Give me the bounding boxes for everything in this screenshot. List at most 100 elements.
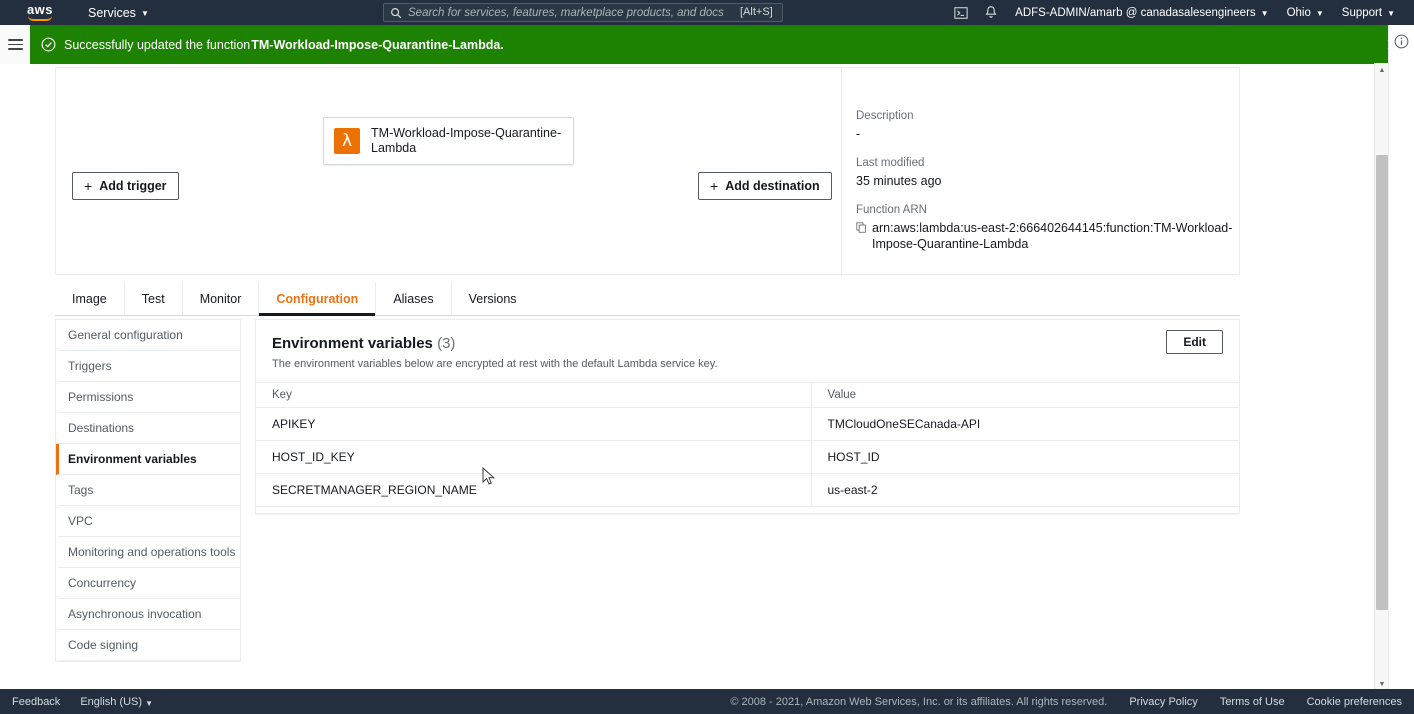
cell-value: us-east-2 [811, 473, 1239, 507]
copyright-text: © 2008 - 2021, Amazon Web Services, Inc.… [730, 695, 1108, 708]
sidebar-item-label: Triggers [68, 359, 112, 373]
tab-aliases[interactable]: Aliases [376, 282, 452, 315]
sidebar-item-label: Permissions [68, 390, 134, 404]
info-circle-icon[interactable] [1394, 34, 1409, 49]
table-header-row: Key Value [256, 382, 1239, 408]
sidebar-item-label: Destinations [68, 421, 135, 435]
language-label: English (US) [80, 695, 143, 708]
region-menu[interactable]: Ohio ▼ [1278, 0, 1333, 25]
language-selector[interactable]: English (US) ▼ [80, 696, 153, 708]
sidebar-item-label: Code signing [68, 638, 139, 652]
chevron-down-icon: ▼ [1260, 9, 1269, 18]
sidebar-item-general-configuration[interactable]: General configuration [56, 320, 240, 351]
sidebar-item-permissions[interactable]: Permissions [56, 382, 240, 413]
top-navigation-bar: aws Services ▼ [Alt+S] [0, 0, 1414, 25]
function-node-card[interactable]: λ TM-Workload-Impose-Quarantine-Lambda [323, 117, 574, 165]
check-circle-icon [41, 37, 56, 52]
table-row[interactable]: APIKEY TMCloudOneSECanada-API [256, 407, 1239, 441]
bell-icon[interactable] [976, 5, 1006, 20]
terms-of-use-link[interactable]: Terms of Use [1220, 696, 1285, 708]
description-value: - [856, 127, 861, 141]
footer-right-group: © 2008 - 2021, Amazon Web Services, Inc.… [730, 696, 1402, 708]
chevron-down-icon: ▼ [140, 9, 149, 18]
last-modified-value: 35 minutes ago [856, 174, 942, 188]
function-arn-value: arn:aws:lambda:us-east-2:666402644145:fu… [872, 221, 1233, 251]
sidebar-item-label: Environment variables [68, 452, 197, 466]
hamburger-icon [7, 36, 23, 53]
sidebar-item-monitoring-and-operations-tools[interactable]: Monitoring and operations tools [56, 537, 240, 568]
sidebar-item-concurrency[interactable]: Concurrency [56, 568, 240, 599]
cloudshell-icon[interactable] [946, 6, 976, 20]
sidebar-item-destinations[interactable]: Destinations [56, 413, 240, 444]
add-destination-label: Add destination [725, 179, 820, 193]
table-row[interactable]: HOST_ID_KEY HOST_ID [256, 440, 1239, 474]
sidebar-item-label: Concurrency [68, 576, 137, 590]
function-tabs: Image Test Monitor Configuration Aliases… [55, 282, 1240, 316]
cell-key: SECRETMANAGER_REGION_NAME [256, 473, 812, 507]
tab-monitor[interactable]: Monitor [183, 282, 260, 315]
column-header-key: Key [256, 382, 812, 408]
support-menu-label: Support [1341, 6, 1383, 19]
add-trigger-button[interactable]: + Add trigger [72, 172, 179, 200]
overview-vertical-divider [841, 68, 842, 276]
configuration-sidebar: General configuration Triggers Permissio… [55, 319, 241, 662]
function-arn-label: Function ARN [856, 204, 927, 216]
panel-title-text: Environment variables [272, 335, 433, 352]
sidebar-item-code-signing[interactable]: Code signing [56, 630, 240, 661]
function-metadata: Description - Last modified 35 minutes a… [856, 110, 1236, 267]
copy-icon[interactable] [856, 222, 867, 233]
sidebar-item-label: Tags [68, 483, 94, 497]
account-menu-label: ADFS-ADMIN/amarb @ canadasalesengineers [1015, 6, 1256, 19]
panel-header: Environment variables (3) The environmen… [256, 320, 1239, 370]
tab-image[interactable]: Image [55, 282, 125, 315]
sidebar-item-label: Asynchronous invocation [68, 607, 202, 621]
table-row[interactable]: SECRETMANAGER_REGION_NAME us-east-2 [256, 473, 1239, 507]
tab-versions[interactable]: Versions [452, 282, 534, 315]
cell-value: HOST_ID [811, 440, 1239, 474]
sidebar-item-label: Monitoring and operations tools [68, 545, 236, 559]
page-scroll-region: Function overview Info λ TM-Workload-Imp… [0, 64, 1374, 689]
support-menu[interactable]: Support ▼ [1333, 0, 1404, 25]
edit-button[interactable]: Edit [1166, 330, 1223, 354]
chevron-down-icon: ▼ [1387, 9, 1395, 18]
tab-configuration[interactable]: Configuration [259, 282, 377, 316]
scrollbar-thumb[interactable] [1376, 155, 1388, 610]
column-header-value: Value [811, 382, 1239, 408]
plus-icon: + [84, 178, 93, 194]
vertical-scrollbar[interactable]: ▲ ▼ [1374, 63, 1388, 691]
tab-label: Monitor [199, 291, 242, 306]
cookie-preferences-link[interactable]: Cookie preferences [1307, 696, 1402, 708]
add-destination-button[interactable]: + Add destination [698, 172, 832, 200]
tab-label: Test [141, 291, 165, 306]
feedback-link[interactable]: Feedback [12, 696, 60, 708]
tab-label: Aliases [393, 291, 434, 306]
search-input[interactable] [408, 6, 738, 19]
lambda-icon: λ [334, 128, 360, 154]
aws-logo[interactable]: aws [14, 2, 66, 21]
scroll-up-arrow-icon[interactable]: ▲ [1375, 63, 1389, 77]
cell-key: HOST_ID_KEY [256, 440, 812, 474]
sidebar-toggle-button[interactable] [0, 25, 30, 64]
tab-test[interactable]: Test [125, 282, 183, 315]
aws-logo-smile [28, 16, 52, 21]
privacy-policy-link[interactable]: Privacy Policy [1129, 696, 1197, 708]
function-overview-card: λ TM-Workload-Impose-Quarantine-Lambda +… [55, 67, 1240, 276]
sidebar-item-asynchronous-invocation[interactable]: Asynchronous invocation [56, 599, 240, 630]
sidebar-item-tags[interactable]: Tags [56, 475, 240, 506]
account-menu[interactable]: ADFS-ADMIN/amarb @ canadasalesengineers … [1006, 0, 1277, 25]
region-menu-label: Ohio [1286, 6, 1311, 19]
tab-label: Image [72, 291, 107, 306]
search-box[interactable] [383, 3, 783, 22]
chevron-down-icon: ▼ [1315, 9, 1324, 18]
sidebar-item-vpc[interactable]: VPC [56, 506, 240, 537]
sidebar-item-environment-variables[interactable]: Environment variables [56, 444, 240, 475]
aws-logo-text: aws [26, 2, 54, 17]
cell-key: APIKEY [256, 407, 812, 441]
sidebar-item-label: General configuration [68, 328, 183, 342]
services-menu[interactable]: Services ▼ [88, 6, 149, 20]
services-menu-label: Services [88, 5, 136, 20]
panel-title: Environment variables (3) [272, 335, 1223, 352]
search-icon [391, 7, 402, 18]
sidebar-item-triggers[interactable]: Triggers [56, 351, 240, 382]
flash-message-function-name: TM-Workload-Impose-Quarantine-Lambda. [251, 37, 504, 52]
